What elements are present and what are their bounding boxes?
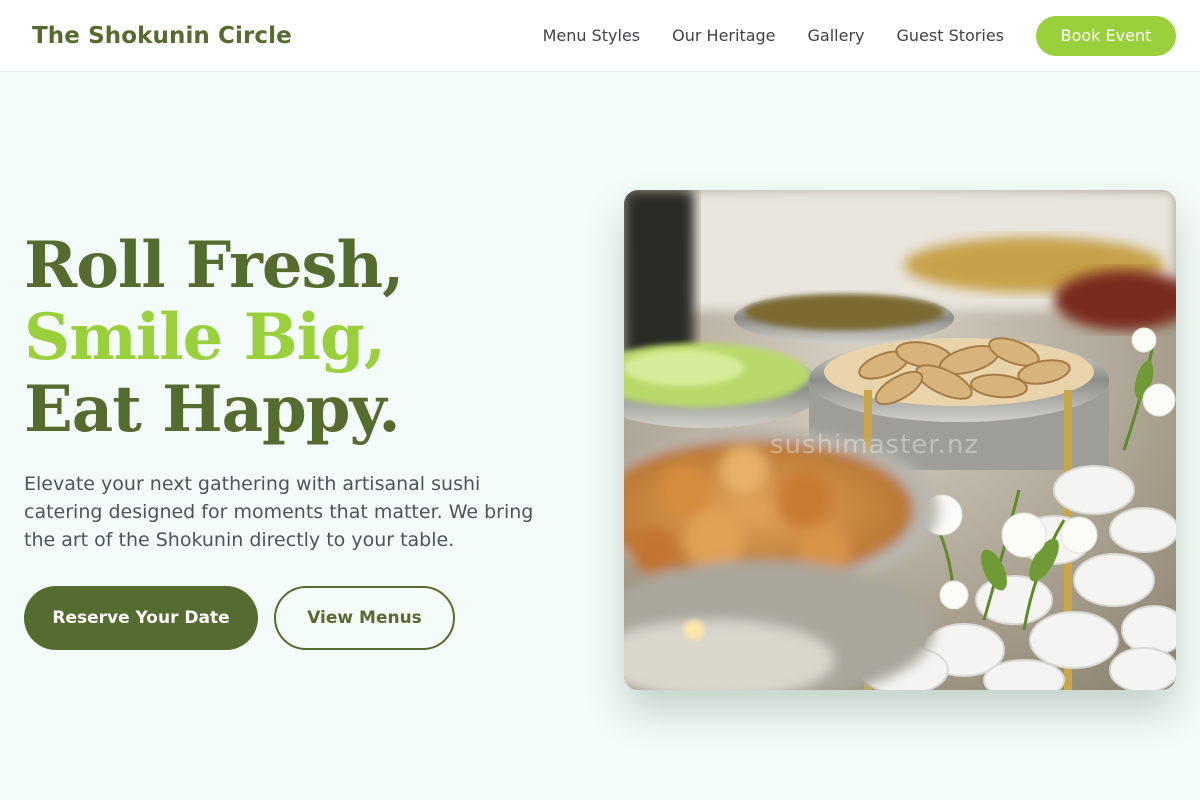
reserve-date-button[interactable]: Reserve Your Date	[24, 586, 258, 650]
hero-subtitle: Elevate your next gathering with artisan…	[24, 473, 534, 551]
hero-title-line-2: Smile Big,	[24, 300, 386, 375]
site-header: The Shokunin Circle Menu Styles Our Heri…	[0, 0, 1200, 72]
hero-photo: sushimaster.nz	[624, 190, 1176, 690]
photo-watermark: sushimaster.nz	[770, 430, 979, 460]
main-nav: Menu Styles Our Heritage Gallery Guest S…	[543, 15, 1176, 56]
brand-logo[interactable]: The Shokunin Circle	[32, 23, 292, 49]
book-event-button[interactable]: Book Event	[1036, 15, 1176, 56]
nav-guest-stories[interactable]: Guest Stories	[897, 26, 1005, 45]
hero-title-line-3: Eat Happy.	[24, 372, 401, 447]
hero-title: Roll Fresh, Smile Big, Eat Happy.	[24, 228, 404, 447]
nav-gallery[interactable]: Gallery	[808, 26, 865, 45]
nav-menu-styles[interactable]: Menu Styles	[543, 26, 641, 45]
nav-our-heritage[interactable]: Our Heritage	[672, 26, 775, 45]
view-menus-button[interactable]: View Menus	[274, 586, 455, 650]
hero-title-line-1: Roll Fresh,	[24, 228, 404, 303]
